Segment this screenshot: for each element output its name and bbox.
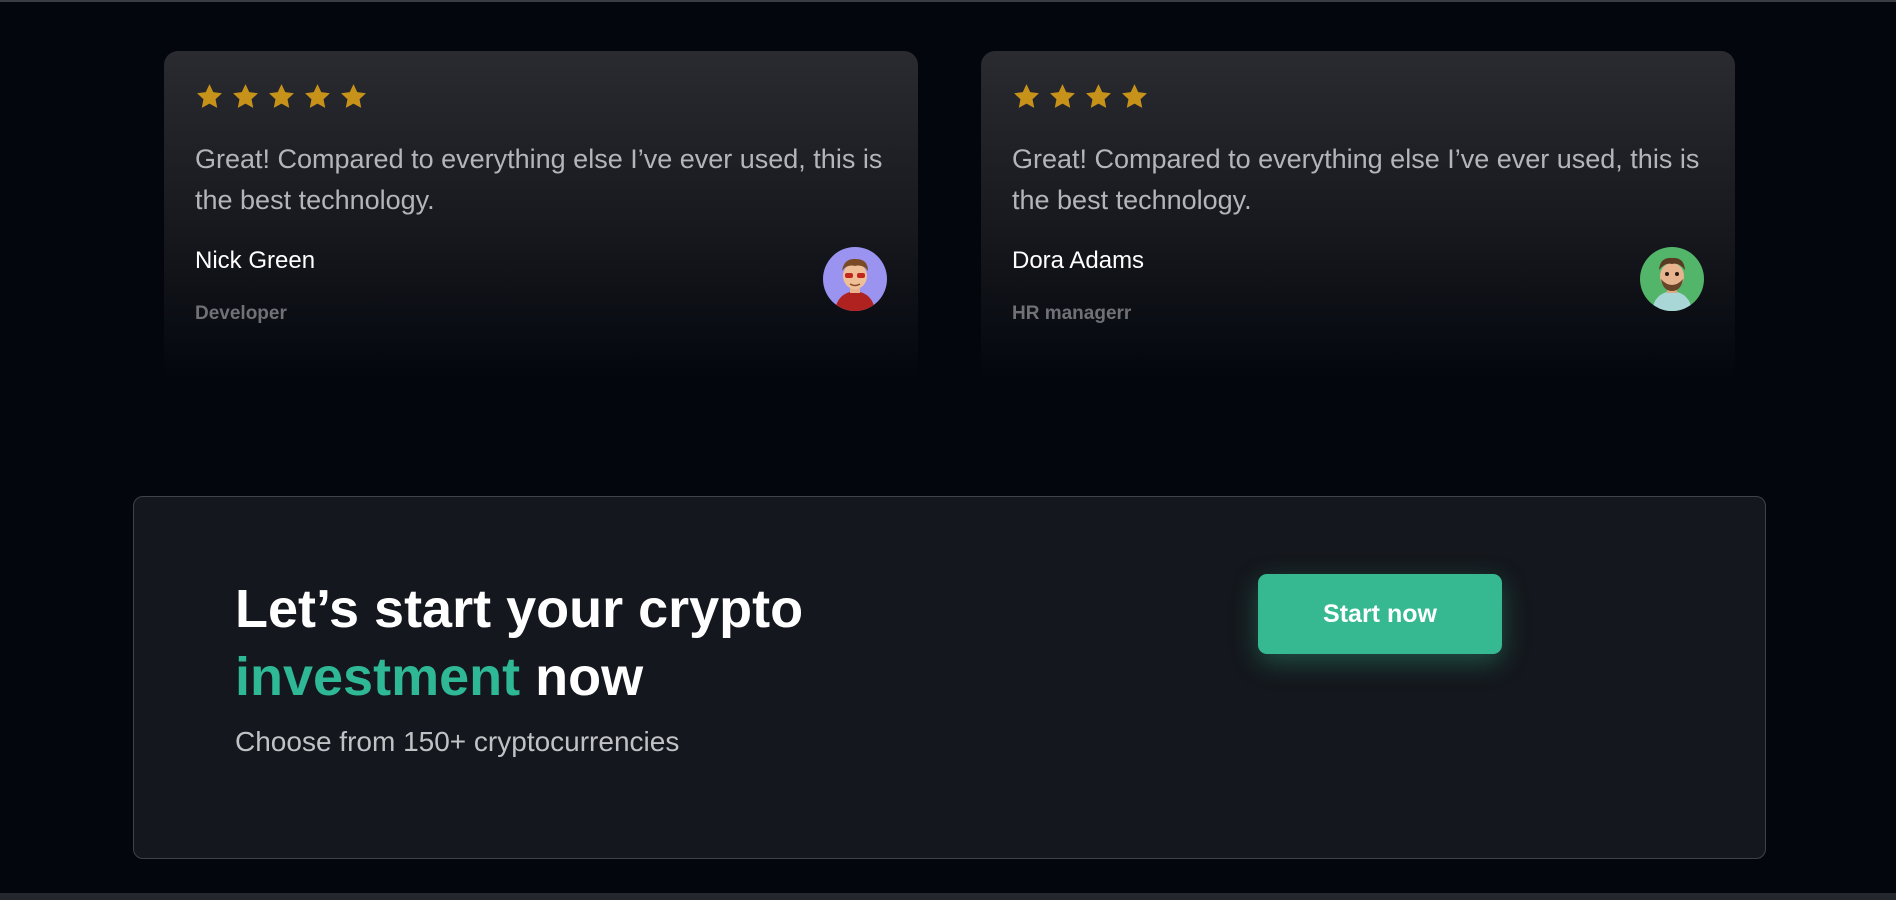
testimonial-author-name: Nick Green <box>195 247 316 274</box>
testimonial-quote: Great! Compared to everything else I’ve … <box>195 144 883 215</box>
star-icon <box>197 84 222 108</box>
star-icon <box>1050 84 1075 108</box>
avatar <box>823 247 887 311</box>
star-rating <box>1012 82 1149 111</box>
star-icon <box>341 84 366 108</box>
cta-title-line1: Let’s start your crypto <box>235 579 804 639</box>
cta-subtitle: Choose from 150+ cryptocurrencies <box>235 726 680 757</box>
testimonial-author-role: HR managerr <box>1012 303 1132 324</box>
star-icon <box>1014 84 1039 108</box>
cta-title-end: now <box>520 647 644 707</box>
cta-title: Let’s start your crypto investment now <box>235 575 803 711</box>
avatar-purple-icon <box>823 247 887 311</box>
star-icon <box>305 84 330 108</box>
bottom-divider <box>0 893 1896 900</box>
star-rating <box>195 82 368 111</box>
cta-title-accent: investment <box>235 647 521 707</box>
star-icon <box>233 84 258 108</box>
testimonial-author-role: Developer <box>195 303 287 324</box>
testimonial-card: Great! Compared to everything else I’ve … <box>981 51 1735 381</box>
star-icon <box>1122 84 1147 108</box>
star-icon <box>269 84 294 108</box>
cta-banner: Let’s start your crypto investment now C… <box>133 496 1766 859</box>
testimonial-author-name: Dora Adams <box>1012 247 1145 274</box>
testimonial-card: Great! Compared to everything else I’ve … <box>164 51 918 381</box>
start-now-button[interactable]: Start now <box>1258 574 1502 654</box>
star-icon <box>1086 84 1111 108</box>
testimonial-quote: Great! Compared to everything else I’ve … <box>1012 144 1700 215</box>
avatar-green-icon <box>1640 247 1704 311</box>
top-divider <box>0 0 1896 2</box>
avatar <box>1640 247 1704 311</box>
